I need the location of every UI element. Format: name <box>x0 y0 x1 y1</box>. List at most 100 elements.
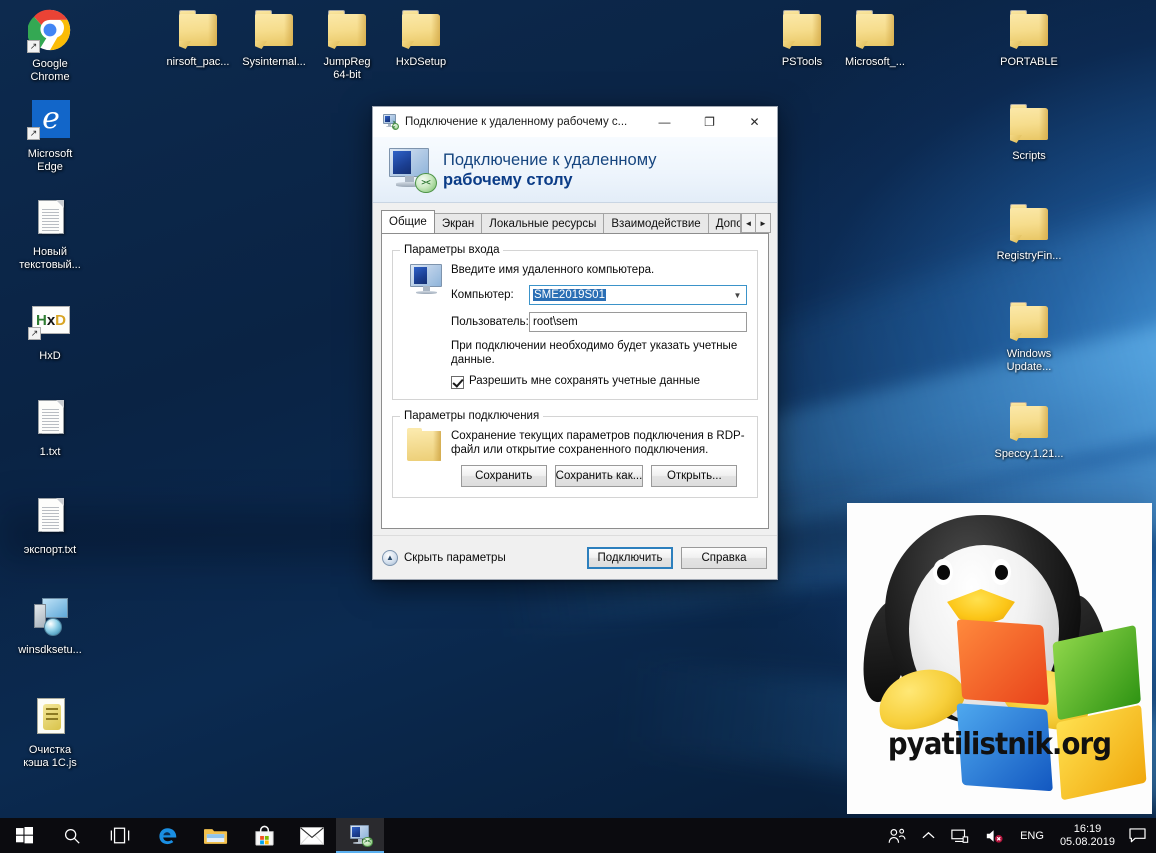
desktop-icon-speccy-1-21[interactable]: Speccy.1.21... <box>987 398 1071 461</box>
desktop-icon-microsoft[interactable]: Microsoft_... <box>833 6 917 69</box>
desktop-icon-label: Microsoft Edge <box>27 148 73 173</box>
language-indicator[interactable]: ENG <box>1012 818 1052 853</box>
desktop-icon-label: 1.txt <box>39 446 61 458</box>
script-icon <box>26 694 74 742</box>
save-credentials-label[interactable]: Разрешить мне сохранять учетные данные <box>469 375 700 387</box>
desktop-icon-nirsoft-pac[interactable]: nirsoft_pac... <box>156 6 240 69</box>
desktop-icon-label: экспорт.txt <box>23 544 77 556</box>
computer-input-value[interactable]: SME2019S01 <box>533 289 606 301</box>
desktop-icon-new-text-document[interactable]: Новый текстовый... <box>8 196 92 272</box>
maximize-button[interactable]: ❐ <box>687 107 732 136</box>
desktop-icon-label: JumpReg 64-bit <box>323 56 371 81</box>
minimize-button[interactable]: — <box>642 107 687 136</box>
save-credentials-checkbox[interactable] <box>451 376 464 389</box>
desktop-icon-windows-update[interactable]: Windows Update... <box>987 298 1071 374</box>
file-explorer-button[interactable] <box>192 818 240 853</box>
folder-icon <box>1005 100 1053 148</box>
computer-icon <box>403 261 451 389</box>
dialog-title: Подключение к удаленному рабочему с... <box>405 115 628 128</box>
setup-icon <box>26 594 74 642</box>
folder-icon <box>397 6 445 54</box>
notifications-button[interactable] <box>1123 818 1156 853</box>
tab-display[interactable]: Экран <box>433 213 483 233</box>
microsoft-store-button[interactable] <box>240 818 288 853</box>
tab-scroll-right-icon[interactable]: ► <box>756 213 771 233</box>
task-view-icon <box>110 827 130 844</box>
chevron-down-icon[interactable]: ▼ <box>729 286 746 304</box>
clock[interactable]: 16:19 05.08.2019 <box>1052 818 1123 853</box>
desktop-icon-microsoft-edge[interactable]: e ↗ Microsoft Edge <box>8 98 92 174</box>
desktop-icon-pstools[interactable]: PSTools <box>760 6 844 69</box>
save-credentials-row[interactable]: Разрешить мне сохранять учетные данные <box>451 375 747 389</box>
desktop-icon-jumpreg-64-bit[interactable]: JumpReg 64-bit <box>305 6 389 82</box>
start-button[interactable] <box>0 818 48 853</box>
people-button[interactable] <box>880 818 914 853</box>
help-button[interactable]: Справка <box>681 546 767 569</box>
notification-icon <box>1129 828 1146 843</box>
desktop-icon-ochistka-kesha-1c-js[interactable]: Очистка кэша 1C.js <box>8 694 92 770</box>
desktop-icon-label: Microsoft_... <box>845 56 905 68</box>
banner-line-1: Подключение к удаленному <box>443 150 657 169</box>
desktop-icon-scripts[interactable]: Scripts <box>987 100 1071 163</box>
remote-desktop-connection-dialog[interactable]: >< Подключение к удаленному рабочему с..… <box>372 106 778 580</box>
taskbar[interactable]: >< ENG 16:19 05.08.2019 <box>0 818 1156 853</box>
desktop-icon-registryfinder[interactable]: RegistryFin... <box>987 200 1071 263</box>
watermark-text: pyatilistnik.org <box>887 727 1112 762</box>
tab-local-resources[interactable]: Локальные ресурсы <box>481 213 605 233</box>
search-button[interactable] <box>48 818 96 853</box>
task-view-button[interactable] <box>96 818 144 853</box>
connection-settings-title: Параметры подключения <box>400 410 544 422</box>
edge-button[interactable] <box>144 818 192 853</box>
store-icon <box>254 825 274 846</box>
doc-icon <box>26 494 74 542</box>
tab-general[interactable]: Общие <box>381 210 435 233</box>
tab-scroll-buttons[interactable]: ◄ ► <box>741 213 771 233</box>
clock-time: 16:19 <box>1073 822 1102 835</box>
network-button[interactable] <box>943 818 977 853</box>
desktop-icon-sysinternals[interactable]: Sysinternal... <box>232 6 316 69</box>
user-input[interactable]: root\sem <box>529 312 747 332</box>
folder-icon <box>778 6 826 54</box>
mail-button[interactable] <box>288 818 336 853</box>
desktop-icon-hxdsetup[interactable]: HxDSetup <box>379 6 463 69</box>
chrome-icon: ↗ <box>26 8 74 56</box>
windows-logo-icon <box>15 827 33 844</box>
user-row: Пользователь: root\sem <box>451 312 747 332</box>
tab-scroll-left-icon[interactable]: ◄ <box>741 213 756 233</box>
save-as-button[interactable]: Сохранить как... <box>554 465 644 487</box>
hide-options-label[interactable]: Скрыть параметры <box>404 552 506 564</box>
dialog-tabstrip[interactable]: Общие Экран Локальные ресурсы Взаимодейс… <box>381 209 771 233</box>
desktop-icon-label: HxD <box>39 350 61 362</box>
folder-icon <box>851 6 899 54</box>
desktop-icon-export-txt[interactable]: экспорт.txt <box>8 494 92 557</box>
remote-desktop-taskbar-button[interactable]: >< <box>336 818 384 853</box>
computer-combobox[interactable]: SME2019S01 ▼ <box>529 285 747 305</box>
close-button[interactable]: ✕ <box>732 107 777 136</box>
connection-settings-group: Параметры подключения Сохранение текущих… <box>392 410 758 498</box>
open-button[interactable]: Открыть... <box>651 465 738 487</box>
desktop-icon-hxd[interactable]: Hx D ↗ HxD <box>8 300 92 363</box>
hide-options-toggle[interactable]: ▲ Скрыть параметры <box>382 549 506 566</box>
desktop[interactable]: ↗ Google Chrome e ↗ Microsoft Edge Новый текстов… <box>0 0 1156 853</box>
desktop-icon-label: Очистка кэша 1C.js <box>23 744 77 769</box>
chevron-up-icon[interactable]: ▲ <box>382 549 398 566</box>
folder-icon <box>403 427 451 487</box>
dialog-titlebar[interactable]: >< Подключение к удаленному рабочему с..… <box>373 107 777 137</box>
connect-button[interactable]: Подключить <box>587 546 673 569</box>
folder-icon <box>250 6 298 54</box>
save-button[interactable]: Сохранить <box>460 465 547 487</box>
show-hidden-icons-button[interactable] <box>914 818 943 853</box>
desktop-icon-1-txt[interactable]: 1.txt <box>8 396 92 459</box>
remote-desktop-large-icon: >< <box>385 147 437 194</box>
tab-advanced[interactable]: Дополни <box>707 213 741 233</box>
network-icon <box>951 829 969 843</box>
desktop-icon-winsdksetup[interactable]: winsdksetu... <box>8 594 92 657</box>
system-tray[interactable]: ENG 16:19 05.08.2019 <box>880 818 1156 853</box>
enter-computer-name-hint: Введите имя удаленного компьютера. <box>451 264 655 276</box>
desktop-icon-google-chrome[interactable]: ↗ Google Chrome <box>8 6 92 84</box>
volume-button[interactable] <box>977 818 1012 853</box>
desktop-icon-portable[interactable]: PORTABLE <box>987 6 1071 69</box>
doc-icon <box>26 396 74 444</box>
tab-experience[interactable]: Взаимодействие <box>603 213 709 233</box>
desktop-icon-label: PORTABLE <box>1000 56 1058 68</box>
